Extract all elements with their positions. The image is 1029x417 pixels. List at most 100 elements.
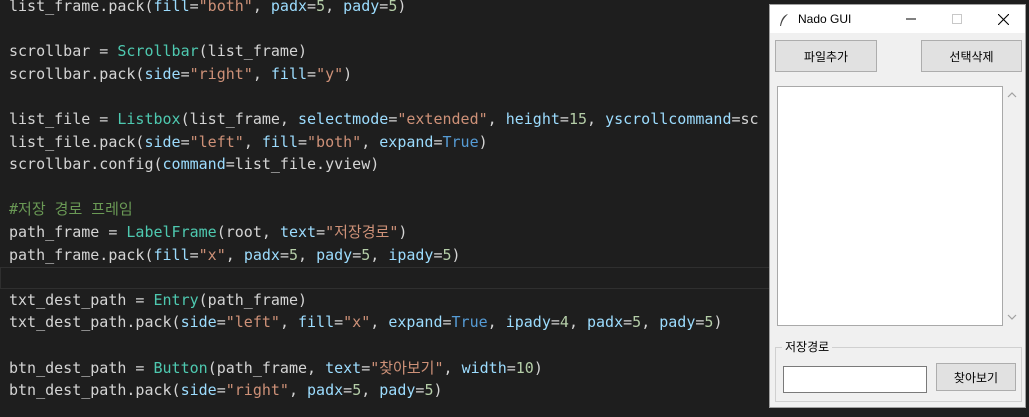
code-token: , (361, 132, 380, 151)
code-token: 5 (442, 245, 452, 264)
code-line: path_frame.pack(fill="x", padx=5, pady=5… (9, 244, 461, 266)
listbox-scrollbar[interactable] (1004, 86, 1020, 326)
code-token: "x" (343, 313, 371, 332)
close-button[interactable] (980, 5, 1026, 33)
code-token: = (361, 358, 371, 377)
code-token: scrollbar.pack( (9, 64, 145, 83)
code-token: = (379, 0, 389, 15)
scroll-up-icon[interactable] (1007, 90, 1017, 100)
code-editor[interactable]: list_frame.pack(fill="both", padx=5, pad… (0, 0, 770, 417)
feather-icon (778, 12, 790, 26)
code-line: path_frame = LabelFrame(root, text="저장경로… (9, 221, 407, 243)
code-token: = (433, 245, 443, 264)
code-token: ) (433, 381, 443, 400)
code-token: "both" (198, 0, 253, 15)
code-token: "y" (316, 64, 344, 83)
code-token: (root, (216, 223, 280, 241)
code-token: "both" (307, 132, 362, 151)
code-token: (path_frame) (198, 290, 308, 309)
code-token: =list_file.yview) (225, 155, 380, 174)
code-token: = (352, 245, 362, 264)
code-token: side (144, 132, 181, 151)
code-token: path_frame.pack( (9, 245, 154, 264)
code-token: LabelFrame (126, 223, 217, 241)
minimize-button[interactable] (888, 5, 934, 33)
add-files-button[interactable]: 파일추가 (775, 40, 877, 72)
code-token: side (180, 381, 217, 400)
code-token: pady (316, 245, 353, 264)
code-line: list_file = Listbox(list_frame, selectmo… (9, 108, 759, 130)
code-token: , (641, 313, 660, 332)
code-token: = (550, 313, 560, 332)
code-token: txt_dest_path.pack( (9, 313, 181, 332)
code-line: scrollbar.pack(side="right", fill="y") (9, 63, 352, 85)
code-token: = (334, 313, 344, 332)
code-token: "right" (225, 381, 289, 400)
code-token: = (343, 381, 353, 400)
file-listbox[interactable] (777, 86, 1003, 326)
maximize-button[interactable] (934, 5, 980, 33)
code-line: btn_dest_path.pack(side="right", padx=5,… (9, 379, 443, 401)
code-token: 15 (568, 110, 587, 128)
code-token: 5 (388, 0, 398, 15)
code-token: "left" (225, 313, 280, 332)
save-path-entry[interactable] (783, 366, 927, 393)
code-token: ipady (505, 313, 551, 332)
code-token: True (442, 132, 479, 151)
code-token: width (461, 358, 507, 377)
delete-selected-button[interactable]: 선택삭제 (921, 40, 1022, 72)
code-token: yscrollcommand (605, 110, 732, 128)
code-token: selectmode (298, 110, 389, 128)
code-token: pady (659, 313, 696, 332)
code-token: = (307, 0, 317, 15)
browse-button[interactable]: 찾아보기 (936, 363, 1016, 391)
code-token: list_frame.pack( (9, 0, 154, 15)
current-line-highlight (0, 267, 770, 289)
code-token: , (225, 245, 244, 264)
save-path-label: 저장경로 (782, 339, 833, 355)
code-token: fill (261, 132, 298, 151)
code-token: ) (451, 245, 461, 264)
code-line: btn_dest_path = Button(path_frame, text=… (9, 357, 543, 379)
maximize-icon (952, 14, 962, 24)
code-token: ) (478, 132, 488, 151)
minimize-icon (906, 18, 916, 20)
code-token: fill (153, 245, 190, 264)
code-token: True (451, 313, 488, 332)
title-bar[interactable]: Nado GUI (770, 5, 1025, 33)
code-token: padx (307, 381, 344, 400)
code-token: , (243, 132, 262, 151)
code-token: = (307, 64, 317, 83)
code-token: , (487, 110, 506, 128)
code-line: #저장 경로 프레임 (9, 198, 133, 220)
code-token: fill (270, 64, 308, 83)
code-token: Entry (153, 290, 199, 309)
code-token: , (361, 381, 380, 400)
code-token: , (279, 313, 298, 332)
scroll-down-icon[interactable] (1007, 312, 1017, 322)
code-token: ) (398, 223, 408, 241)
code-token: = (559, 110, 569, 128)
code-token: = (433, 132, 443, 151)
window-title: Nado GUI (798, 12, 852, 26)
code-token: text (279, 223, 317, 241)
code-token: btn_dest_path = (9, 358, 154, 377)
save-path-frame: 저장경로 찾아보기 (775, 339, 1022, 402)
code-token: , (568, 313, 587, 332)
code-token: btn_dest_path.pack( (9, 381, 181, 400)
code-token: command (162, 155, 226, 174)
code-token: , (587, 110, 606, 128)
code-token: = (216, 313, 226, 332)
code-token: 4 (559, 313, 569, 332)
code-token: expand (379, 132, 434, 151)
code-token: = (316, 223, 326, 241)
code-token: 5 (632, 313, 642, 332)
code-token: 5 (361, 245, 371, 264)
code-token: side (144, 64, 181, 83)
code-token: , (487, 313, 506, 332)
code-token: , (288, 381, 308, 400)
code-token: =sc (731, 110, 759, 128)
code-token: scrollbar.config( (9, 155, 163, 174)
code-token: height (505, 110, 560, 128)
code-token: (list_frame, (180, 110, 298, 128)
